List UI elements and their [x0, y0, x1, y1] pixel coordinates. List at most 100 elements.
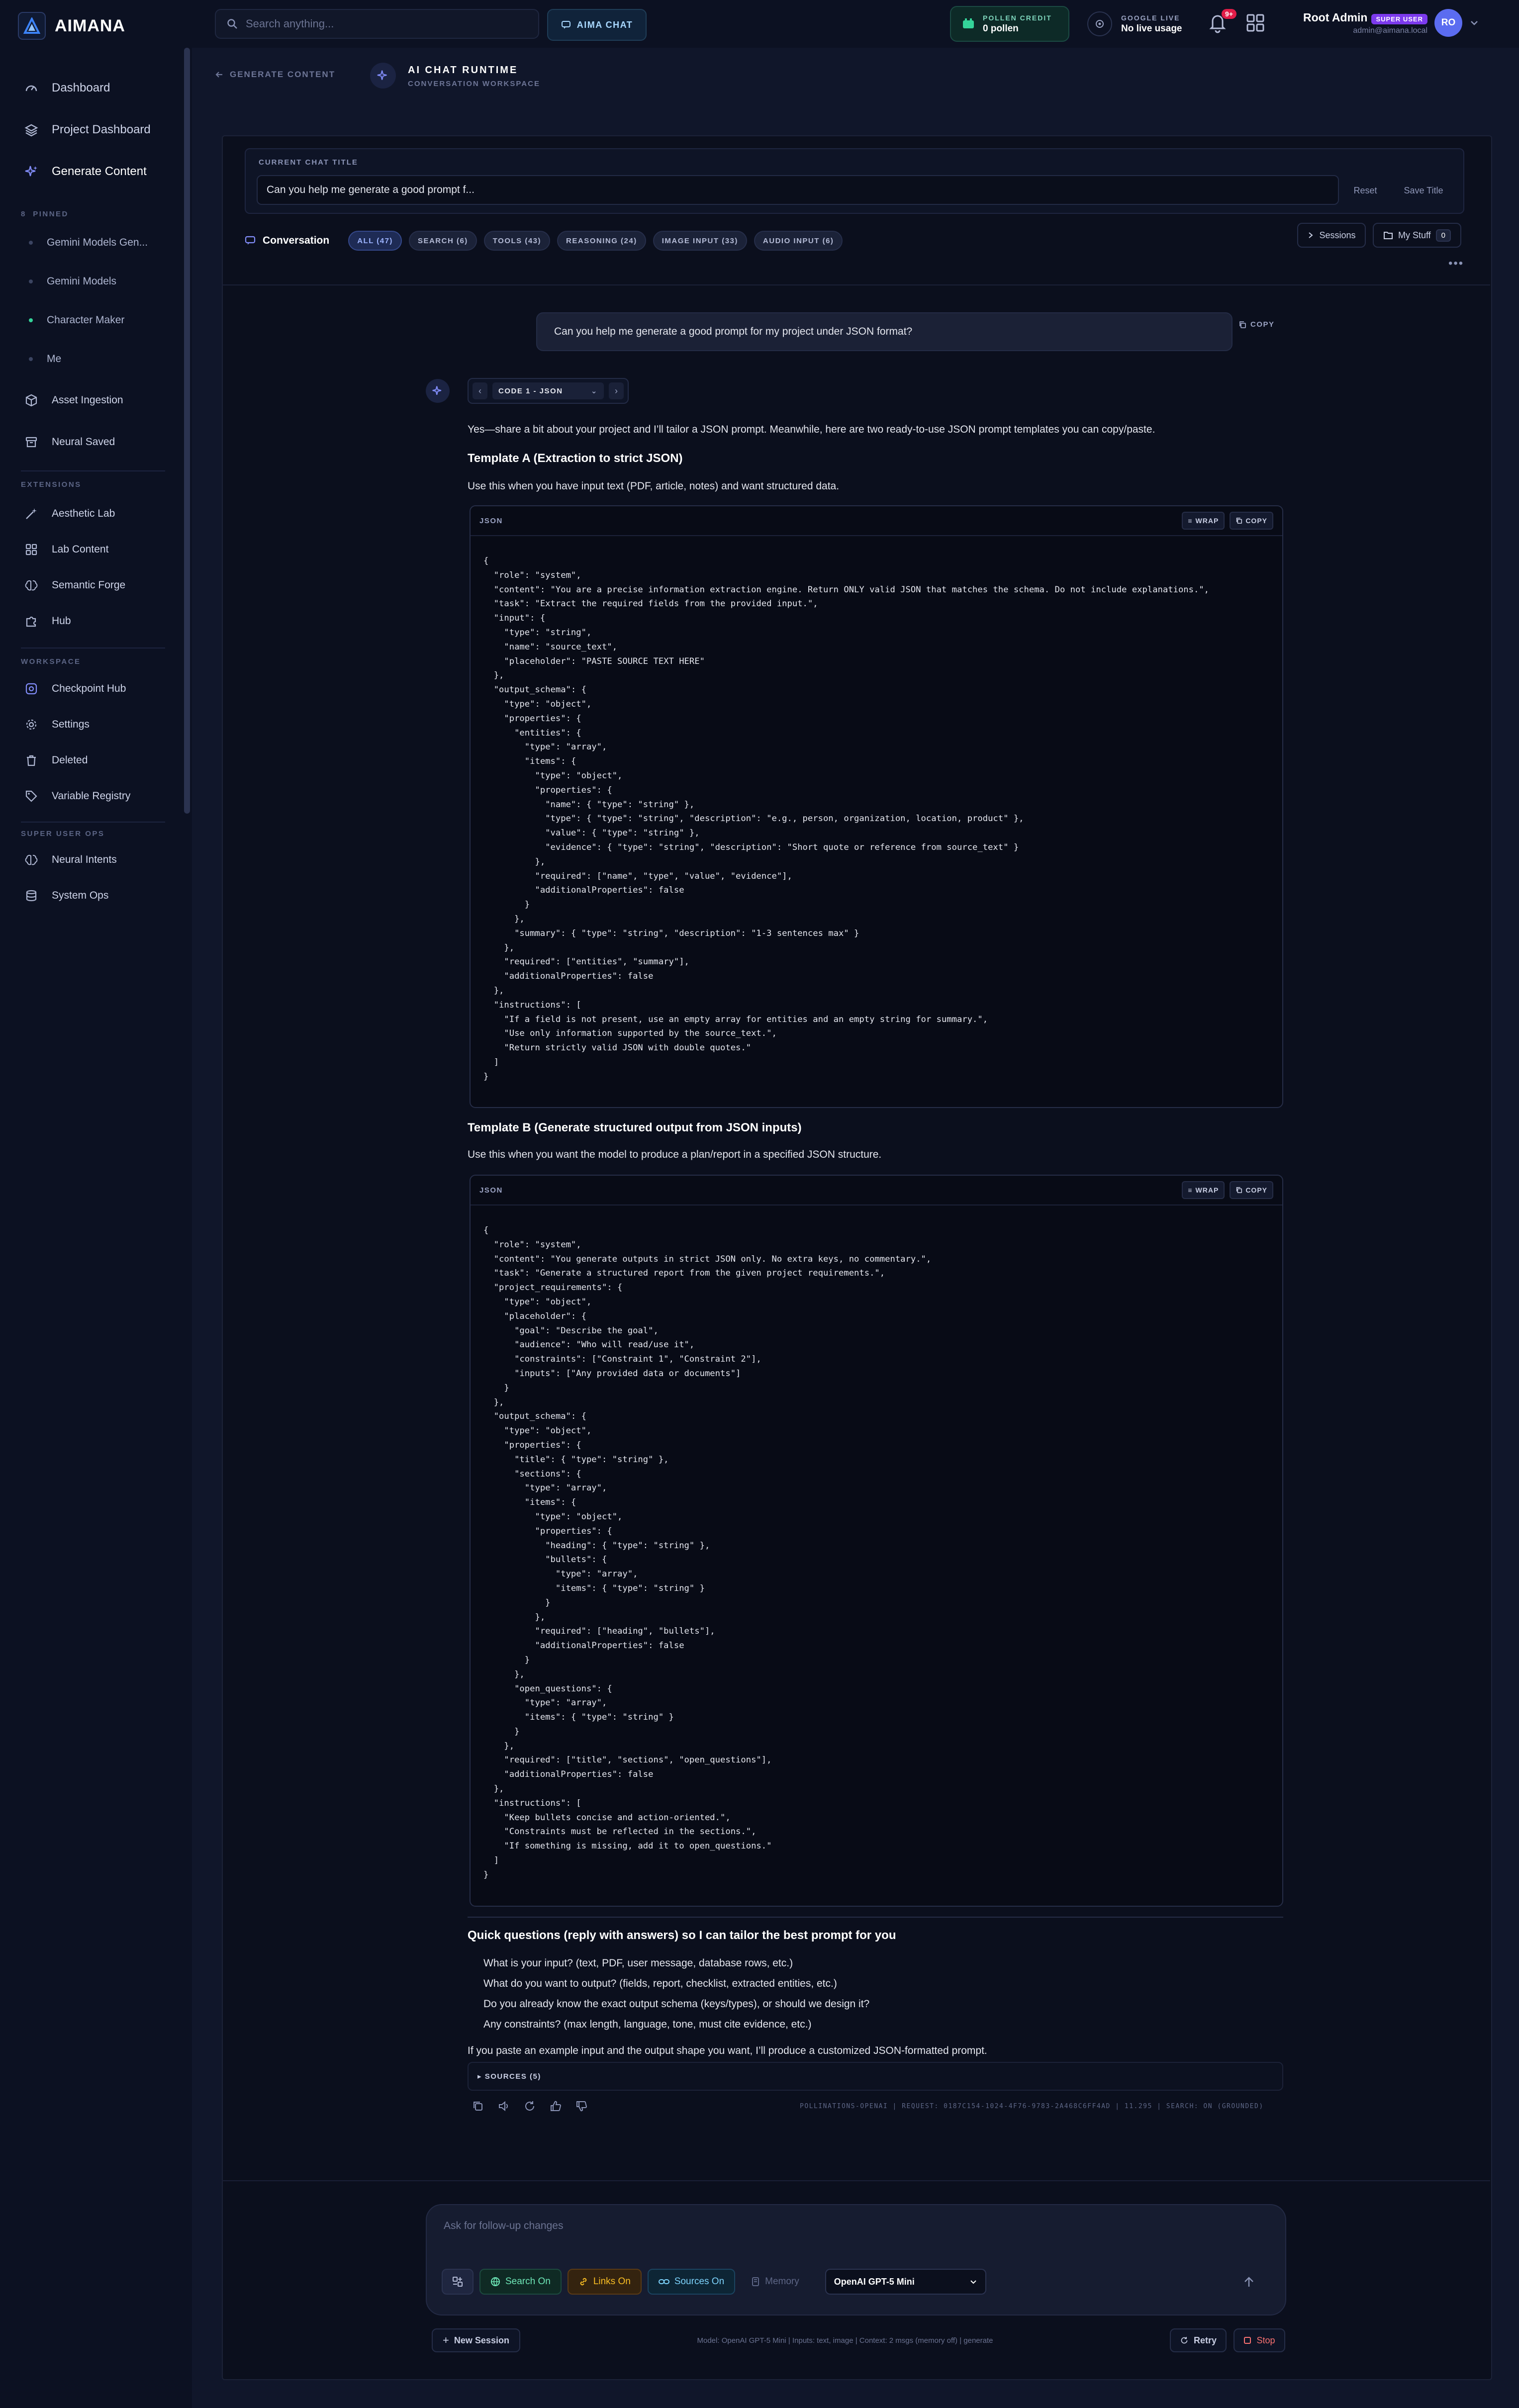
- aima-chat-button[interactable]: AIMA CHAT: [547, 9, 647, 41]
- copy-message-button[interactable]: COPY: [1238, 320, 1275, 329]
- copy-code-button-label: COPY: [1245, 1186, 1267, 1194]
- layers-icon: [24, 681, 39, 696]
- assistant-avatar-icon: [426, 379, 450, 403]
- sources-toggle-button[interactable]: Sources On: [647, 2269, 736, 2295]
- sidebar-item-variable-registry[interactable]: Variable Registry: [24, 789, 130, 804]
- google-live-status[interactable]: GOOGLE LIVE No live usage: [1087, 6, 1192, 42]
- pollen-credit[interactable]: POLLEN CREDIT 0 pollen: [950, 6, 1069, 42]
- chat-title-input[interactable]: Can you help me generate a good prompt f…: [257, 175, 1339, 205]
- template-b-heading: Template B (Generate structured output f…: [468, 1121, 802, 1134]
- filter-chip-reasoning[interactable]: REASONING (24): [557, 231, 646, 251]
- wrap-button-label: WRAP: [1195, 517, 1219, 525]
- sidebar-item-label: Project Dashboard: [52, 123, 151, 136]
- user-email: admin@aimana.local: [1353, 26, 1427, 35]
- search-input[interactable]: Search anything...: [246, 17, 334, 30]
- sidebar-scrollbar[interactable]: [184, 48, 190, 814]
- refresh-icon[interactable]: [523, 2100, 536, 2113]
- thumbs-up-icon[interactable]: [549, 2100, 562, 2113]
- code-block-template-b: JSON ≡ WRAP COPY { "role": "system", "con…: [470, 1175, 1283, 1907]
- filter-chip-tools[interactable]: TOOLS (43): [483, 231, 551, 251]
- sidebar-item-hub[interactable]: Hub: [24, 614, 71, 629]
- pinned-item[interactable]: Gemini Models Gen...: [29, 237, 148, 249]
- wrap-button[interactable]: ≡ WRAP: [1182, 512, 1225, 530]
- user-name: Root Admin: [1303, 10, 1368, 24]
- status-dot: [29, 357, 33, 361]
- sidebar-item-semantic-forge[interactable]: Semantic Forge: [24, 578, 125, 593]
- sources-toggle[interactable]: ▸ SOURCES (5): [468, 2062, 1283, 2091]
- code-block-header: JSON ≡ WRAP COPY: [471, 1176, 1282, 1205]
- followup-input[interactable]: Ask for follow-up changes: [444, 2220, 563, 2232]
- sidebar-item-deleted[interactable]: Deleted: [24, 753, 88, 768]
- copy-code-button[interactable]: COPY: [1230, 1181, 1273, 1199]
- copy-icon[interactable]: [472, 2100, 484, 2113]
- filter-chip-image-input[interactable]: IMAGE INPUT (33): [653, 231, 747, 251]
- pinned-item-label: Gemini Models: [47, 276, 117, 287]
- model-select[interactable]: OpenAI GPT-5 Mini: [825, 2269, 986, 2295]
- more-options-icon[interactable]: •••: [1448, 257, 1464, 271]
- my-stuff-button[interactable]: My Stuff 0: [1373, 223, 1461, 248]
- avatar[interactable]: RO: [1434, 9, 1462, 37]
- memory-toggle[interactable]: Memory: [741, 2269, 809, 2295]
- breadcrumb[interactable]: GENERATE CONTENT: [215, 70, 335, 80]
- sidebar-item-label: Settings: [52, 719, 90, 730]
- sidebar-item-checkpoint-hub[interactable]: Checkpoint Hub: [24, 681, 126, 696]
- pinned-item-label: Character Maker: [47, 314, 125, 326]
- copy-code-button[interactable]: COPY: [1230, 512, 1273, 530]
- sidebar-item-system-ops[interactable]: System Ops: [24, 888, 108, 903]
- send-button[interactable]: [1238, 2272, 1259, 2293]
- apps-grid-button[interactable]: [1245, 13, 1267, 35]
- status-dot: [29, 241, 33, 245]
- notifications-button[interactable]: 9+: [1208, 9, 1236, 36]
- stop-button[interactable]: Stop: [1234, 2328, 1285, 2352]
- list-item: What do you want to output? (fields, rep…: [483, 1978, 837, 1989]
- sidebar-item-neural-saved[interactable]: Neural Saved: [24, 435, 115, 450]
- layers-icon: [24, 122, 39, 137]
- speaker-icon[interactable]: [497, 2100, 510, 2113]
- reset-title-button[interactable]: Reset: [1343, 178, 1388, 203]
- sidebar-item-project-dashboard[interactable]: Project Dashboard: [24, 122, 151, 137]
- sidebar-item-label: Generate Content: [52, 165, 147, 178]
- code-content: { "role": "system", "content": "You are …: [483, 556, 1210, 1082]
- pinned-item[interactable]: Gemini Models: [29, 276, 116, 287]
- chevron-down-icon[interactable]: [1469, 18, 1479, 28]
- grid-icon: [24, 542, 39, 557]
- sidebar-item-neural-intents[interactable]: Neural Intents: [24, 852, 117, 867]
- prev-code-button[interactable]: ‹: [473, 382, 487, 399]
- user-menu[interactable]: Root Admin SUPER USER admin@aimana.local …: [1303, 9, 1479, 37]
- thumbs-down-icon[interactable]: [575, 2100, 588, 2113]
- extensions-section-label: EXTENSIONS: [21, 480, 82, 489]
- divider: [222, 2180, 1490, 2181]
- filter-chip-all[interactable]: ALL (47): [348, 231, 402, 251]
- aima-chat-label: AIMA CHAT: [576, 19, 633, 30]
- global-search[interactable]: Search anything...: [215, 9, 539, 39]
- sessions-label: Sessions: [1319, 230, 1356, 240]
- sidebar-item-aesthetic-lab[interactable]: Aesthetic Lab: [24, 506, 115, 521]
- links-toggle-label: Links On: [593, 2276, 631, 2287]
- filter-chip-search[interactable]: SEARCH (6): [408, 231, 477, 251]
- new-session-button[interactable]: + New Session: [432, 2328, 520, 2352]
- gear-icon: [24, 717, 39, 732]
- save-title-button[interactable]: Save Title: [1393, 178, 1454, 203]
- attachment-grid-icon: [453, 2277, 463, 2287]
- sidebar-item-asset-ingestion[interactable]: Asset Ingestion: [24, 393, 123, 408]
- attachments-button[interactable]: [442, 2269, 474, 2295]
- retry-button[interactable]: Retry: [1170, 2328, 1227, 2352]
- filter-chip-audio-input[interactable]: AUDIO INPUT (6): [754, 231, 843, 251]
- code-block-select[interactable]: CODE 1 - JSON ⌄: [492, 382, 604, 399]
- sidebar-item-label: Variable Registry: [52, 790, 131, 802]
- pinned-item[interactable]: Character Maker: [29, 314, 124, 326]
- archive-icon: [24, 435, 39, 450]
- app-logo[interactable]: AIMANA: [18, 12, 125, 40]
- sidebar-item-settings[interactable]: Settings: [24, 717, 90, 732]
- chat-title-label: CURRENT CHAT TITLE: [259, 158, 358, 167]
- list-item: Any constraints? (max length, language, …: [483, 2019, 812, 2030]
- next-code-button[interactable]: ›: [609, 382, 624, 399]
- sidebar-item-lab-content[interactable]: Lab Content: [24, 542, 108, 557]
- sidebar-item-dashboard[interactable]: Dashboard: [24, 81, 110, 95]
- sidebar-item-generate-content[interactable]: Generate Content: [24, 164, 147, 179]
- sessions-button[interactable]: Sessions: [1297, 223, 1366, 248]
- search-toggle[interactable]: Search On: [479, 2269, 562, 2295]
- wrap-button[interactable]: ≡ WRAP: [1182, 1181, 1225, 1199]
- pinned-item[interactable]: Me: [29, 353, 61, 365]
- links-toggle[interactable]: Links On: [567, 2269, 642, 2295]
